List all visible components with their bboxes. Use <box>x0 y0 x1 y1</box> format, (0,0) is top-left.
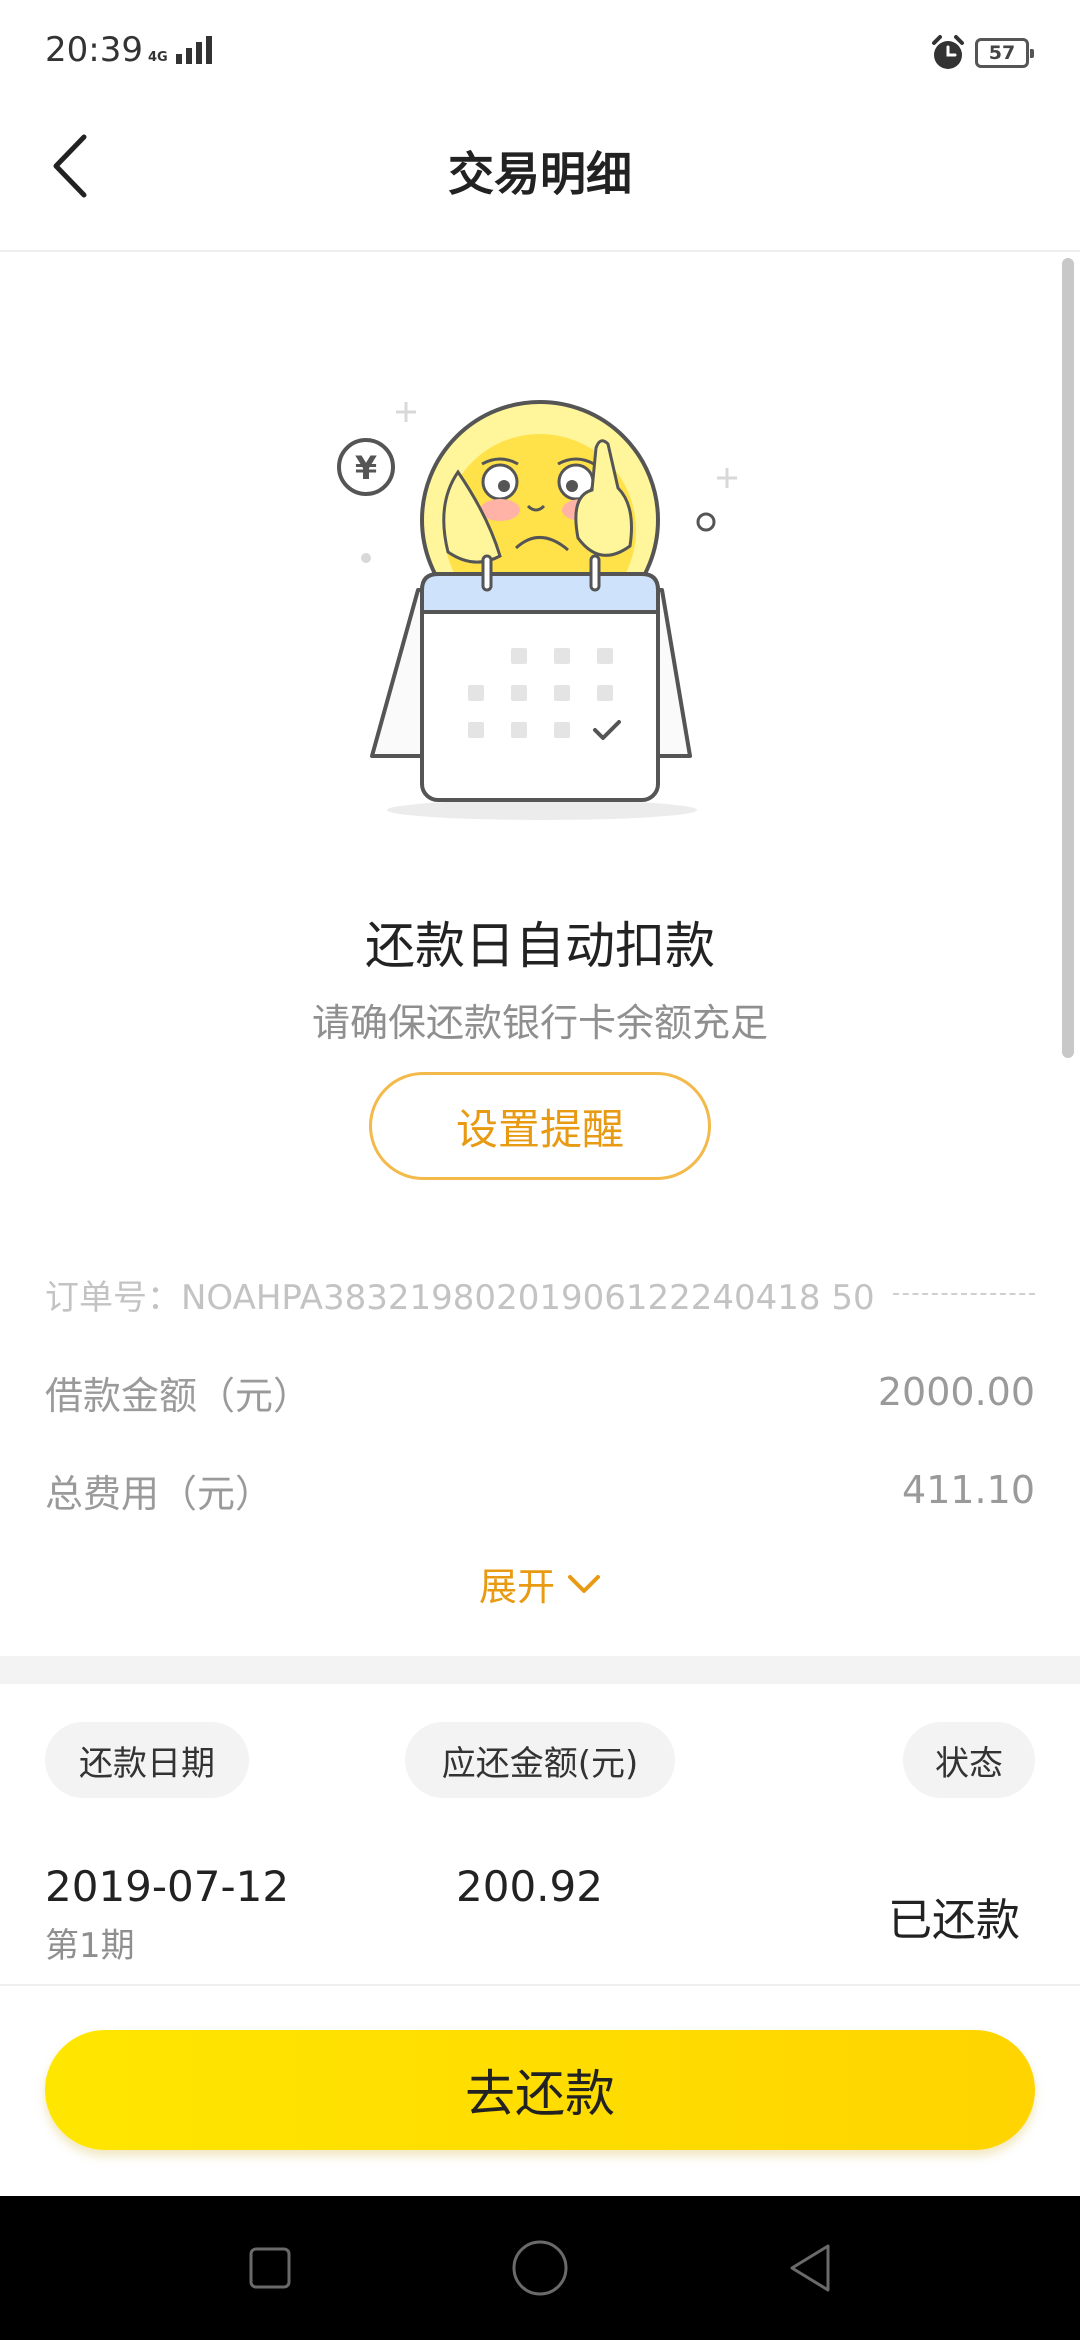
row-date: 2019-07-12 <box>45 1862 290 1911</box>
header-amount-due: 应还金额(元) <box>405 1722 675 1798</box>
total-fee-row: 总费用（元） 411.10 <box>45 1462 1035 1518</box>
status-time: 20:39 <box>45 30 143 70</box>
auto-debit-subtitle: 请确保还款银行卡余额充足 <box>311 1001 768 1045</box>
battery-icon: 57 <box>975 38 1034 68</box>
set-reminder-button[interactable]: 设置提醒 <box>369 1072 711 1180</box>
page-title: 交易明细 <box>448 147 632 201</box>
chevron-down-icon <box>568 1574 600 1593</box>
row-status: 已还款 <box>888 1895 1020 1946</box>
row-amount: 200.92 <box>456 1862 603 1911</box>
loan-amount-label: 借款金额（元） <box>45 1373 312 1418</box>
loan-amount-value: 2000.00 <box>877 1370 1035 1414</box>
total-fee-value: 411.10 <box>902 1468 1035 1512</box>
header: 交易明细 <box>0 100 1080 252</box>
circle-icon <box>512 2240 568 2296</box>
header-status: 状态 <box>903 1722 1035 1798</box>
order-number: 订单号：NOAHPA38321980201906122240418 50 <box>45 1277 875 1318</box>
row-divider <box>0 1984 1080 1986</box>
header-repay-date: 还款日期 <box>45 1722 249 1798</box>
home-button[interactable] <box>510 2238 570 2298</box>
expand-toggle[interactable]: 展开 <box>0 1556 1080 1611</box>
recent-apps-button[interactable] <box>240 2238 300 2298</box>
dashed-divider <box>892 1293 1035 1295</box>
calendar-mascot-illustration: ¥ <box>320 380 760 830</box>
system-nav-bar <box>0 2196 1080 2340</box>
order-number-row: 订单号：NOAHPA38321980201906122240418 50 <box>45 1272 1035 1318</box>
section-divider <box>0 1656 1080 1684</box>
status-bar: 20:39 4G 57 <box>0 0 1080 100</box>
triangle-back-icon <box>790 2244 830 2292</box>
total-fee-label: 总费用（元） <box>45 1471 274 1516</box>
row-period: 第1期 <box>45 1926 135 1966</box>
repay-button[interactable]: 去还款 <box>45 2030 1035 2150</box>
loan-amount-row: 借款金额（元） 2000.00 <box>45 1364 1035 1420</box>
back-nav-button[interactable] <box>780 2238 840 2298</box>
screen: 20:39 4G 57 交易明细 ¥ 还款日自动扣款 请确保还款银行卡余额充足 … <box>0 0 1080 2340</box>
svg-text:¥: ¥ <box>355 449 377 487</box>
expand-label: 展开 <box>478 1565 555 1609</box>
alarm-icon <box>928 33 968 77</box>
auto-debit-title: 还款日自动扣款 <box>365 917 715 975</box>
network-type: 4G <box>148 50 168 65</box>
square-icon <box>249 2247 291 2289</box>
signal-icon: 4G <box>148 36 212 64</box>
